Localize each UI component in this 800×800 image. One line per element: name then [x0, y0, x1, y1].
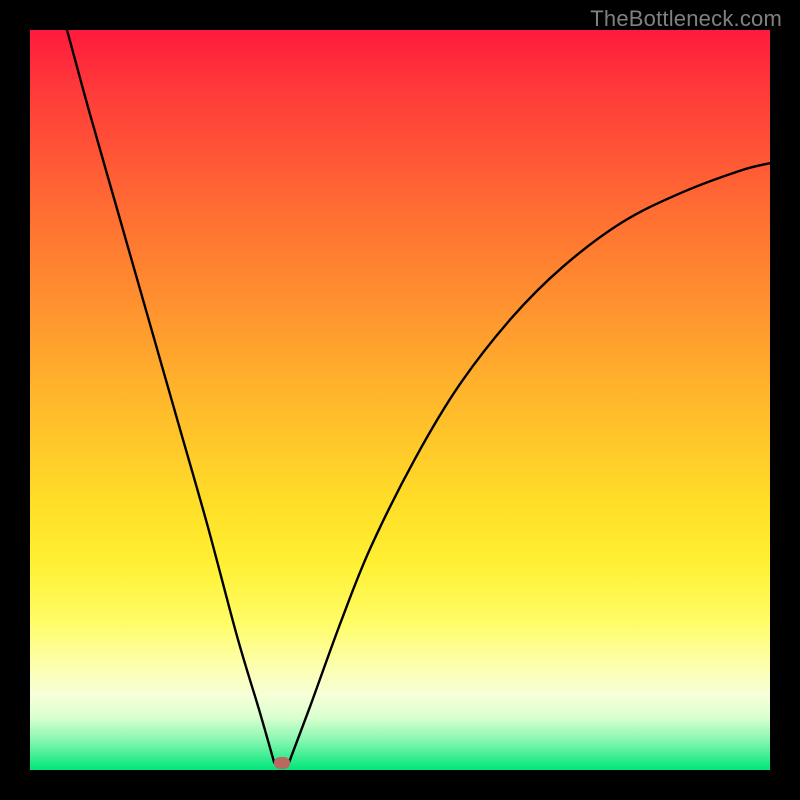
attribution-text: TheBottleneck.com	[590, 6, 782, 32]
chart-frame: TheBottleneck.com	[0, 0, 800, 800]
bottleneck-curve	[30, 30, 770, 770]
curve-left-branch	[67, 30, 274, 763]
minimum-marker	[274, 757, 290, 769]
curve-right-branch	[289, 163, 770, 762]
plot-area	[30, 30, 770, 770]
